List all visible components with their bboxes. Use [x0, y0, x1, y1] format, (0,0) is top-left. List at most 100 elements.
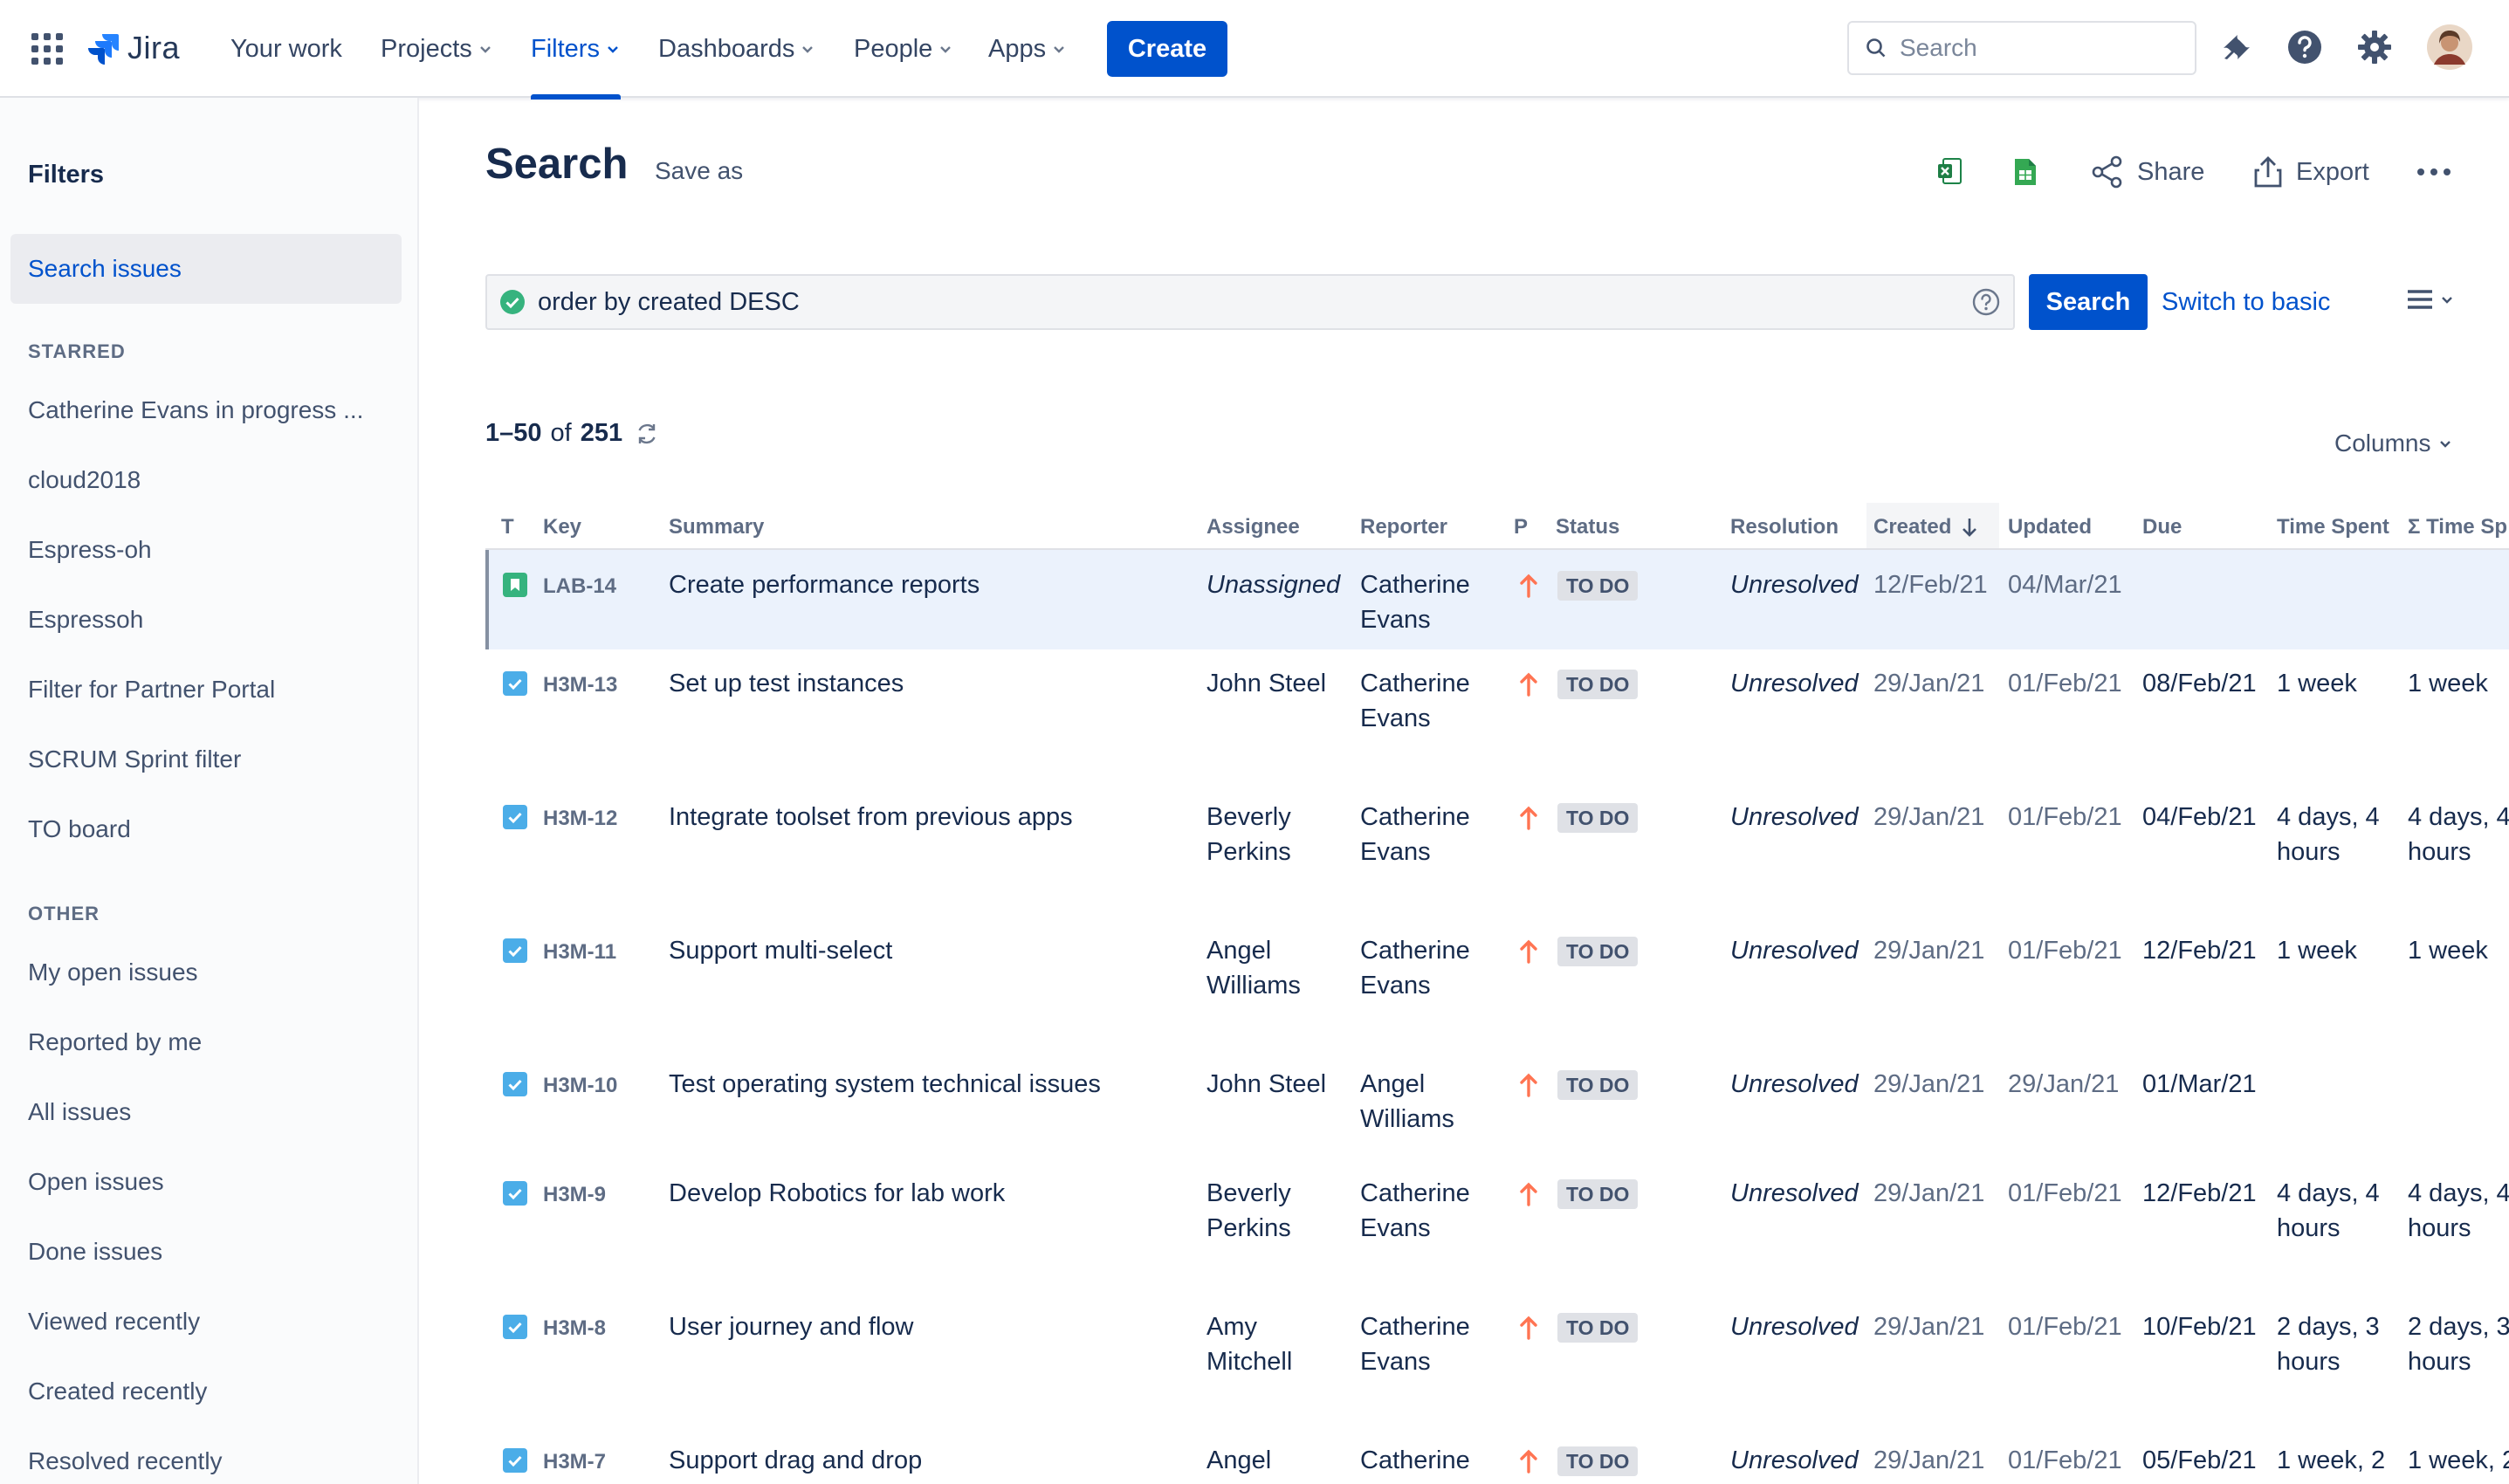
issue-key-link[interactable]: H3M-7 [543, 1445, 606, 1480]
status-lozenge[interactable]: TO DO [1557, 1179, 1639, 1209]
status-lozenge[interactable]: TO DO [1557, 803, 1639, 833]
refresh-icon[interactable] [635, 422, 659, 446]
sidebar-starred-filter[interactable]: Catherine Evans in progress ... [28, 396, 363, 424]
help-icon[interactable] [2286, 28, 2324, 66]
nav-your-work[interactable]: Your work [230, 0, 342, 98]
issue-summary-link[interactable]: Set up test instances [669, 666, 904, 701]
save-as-button[interactable]: Save as [655, 157, 743, 185]
sidebar-other-filter[interactable]: Resolved recently [28, 1447, 223, 1475]
issue-summary-link[interactable]: Develop Robotics for lab work [669, 1176, 1005, 1211]
user-avatar[interactable] [2427, 24, 2472, 70]
column-header-priority[interactable]: P [1514, 515, 1528, 539]
jql-input[interactable] [538, 287, 1935, 317]
sidebar-starred-filter[interactable]: SCRUM Sprint filter [28, 745, 241, 773]
jira-logo[interactable]: Jira [86, 26, 180, 70]
resolution-cell: Unresolved [1730, 803, 1859, 831]
filters-sidebar: Filters Search issues STARRED Catherine … [0, 98, 419, 1484]
columns-button[interactable]: Columns [2334, 429, 2453, 457]
sidebar-other-filter[interactable]: Reported by me [28, 1028, 202, 1056]
issue-summary-link[interactable]: Create performance reports [669, 567, 980, 602]
sidebar-other-filter[interactable]: Open issues [28, 1168, 164, 1196]
status-lozenge[interactable]: TO DO [1557, 670, 1639, 699]
nav-filters[interactable]: Filters [531, 0, 621, 100]
share-button[interactable]: Share [2090, 150, 2204, 194]
reporter-cell: Evans [1360, 838, 1431, 866]
sum-time-spent-cell: 1 week, 2 [2408, 1446, 2509, 1474]
column-header-sum-time-spent[interactable]: Σ Time Sp [2408, 515, 2507, 539]
sort-descending-icon [1963, 519, 1977, 537]
nav-projects[interactable]: Projects [381, 0, 493, 98]
sidebar-starred-filter[interactable]: Espress-oh [28, 536, 152, 564]
issue-summary-link[interactable]: Test operating system technical issues [669, 1067, 1101, 1102]
sidebar-starred-filter[interactable]: cloud2018 [28, 466, 141, 494]
column-header-key[interactable]: Key [543, 515, 581, 539]
nav-dashboards[interactable]: Dashboards [658, 0, 815, 98]
assignee-cell: Angel [1206, 1446, 1272, 1474]
nav-apps[interactable]: Apps [988, 0, 1067, 98]
view-toggle[interactable] [2406, 288, 2455, 311]
sum-time-spent-cell: 1 week [2408, 670, 2488, 697]
column-header-time-spent[interactable]: Time Spent [2277, 515, 2389, 539]
column-header-reporter[interactable]: Reporter [1360, 515, 1447, 539]
app-switcher-icon[interactable] [31, 33, 63, 65]
settings-gear-icon[interactable] [2355, 28, 2394, 66]
sidebar-starred-filter[interactable]: Espressoh [28, 606, 143, 634]
column-header-assignee[interactable]: Assignee [1206, 515, 1300, 539]
due-date-cell: 04/Feb/21 [2142, 803, 2257, 831]
resolution-cell: Unresolved [1730, 571, 1859, 599]
issue-summary-link[interactable]: User journey and flow [669, 1309, 913, 1344]
sum-time-spent-cell: 4 days, 4 [2408, 803, 2509, 831]
issue-key-link[interactable]: H3M-13 [543, 668, 617, 703]
updated-date-cell: 01/Feb/21 [2008, 1179, 2122, 1207]
status-lozenge[interactable]: TO DO [1557, 1070, 1639, 1100]
sidebar-other-filter[interactable]: All issues [28, 1098, 131, 1126]
export-excel-icon[interactable] [1936, 150, 1975, 194]
more-actions-icon[interactable] [2416, 150, 2464, 194]
jql-query-field[interactable] [485, 274, 2015, 330]
sidebar-other-filter[interactable]: My open issues [28, 958, 198, 986]
status-lozenge[interactable]: TO DO [1557, 571, 1639, 601]
create-button[interactable]: Create [1107, 21, 1227, 77]
issue-summary-link[interactable]: Support multi-select [669, 933, 892, 968]
sidebar-other-filter[interactable]: Done issues [28, 1238, 162, 1266]
issue-summary-link[interactable]: Integrate toolset from previous apps [669, 800, 1073, 835]
column-header-status[interactable]: Status [1556, 515, 1619, 539]
switch-to-basic-link[interactable]: Switch to basic [2162, 288, 2330, 317]
export-button[interactable]: Export [2252, 150, 2369, 194]
issue-key-link[interactable]: H3M-11 [543, 935, 616, 970]
column-header-due[interactable]: Due [2142, 515, 2182, 539]
issue-key-link[interactable]: LAB-14 [543, 569, 616, 604]
global-search-input[interactable] [1900, 34, 2179, 62]
issue-key-link[interactable]: H3M-12 [543, 801, 617, 836]
issue-summary-link[interactable]: Support drag and drop [669, 1443, 922, 1478]
sidebar-other-filter[interactable]: Viewed recently [28, 1308, 200, 1336]
column-header-resolution[interactable]: Resolution [1730, 515, 1839, 539]
sidebar-other-filter[interactable]: Created recently [28, 1378, 207, 1405]
sum-time-spent-cell: 2 days, 3 [2408, 1313, 2509, 1341]
issue-key-link[interactable]: H3M-10 [543, 1068, 617, 1103]
reporter-cell: Williams [1360, 1105, 1454, 1133]
status-lozenge[interactable]: TO DO [1557, 1313, 1639, 1343]
column-header-updated[interactable]: Updated [2008, 515, 2092, 539]
notifications-icon[interactable] [2216, 28, 2254, 66]
export-sheets-icon[interactable] [2013, 150, 2050, 194]
column-header-created[interactable]: Created [1873, 515, 1979, 539]
global-search[interactable] [1847, 21, 2196, 75]
sidebar-starred-filter[interactable]: Filter for Partner Portal [28, 676, 275, 704]
jql-help-icon[interactable] [1971, 287, 2001, 317]
search-button[interactable]: Search [2029, 274, 2148, 330]
nav-people[interactable]: People [854, 0, 953, 98]
sidebar-item-search-issues[interactable]: Search issues [10, 234, 402, 304]
column-header-type[interactable]: T [501, 515, 514, 539]
column-header-summary[interactable]: Summary [669, 515, 764, 539]
status-lozenge[interactable]: TO DO [1557, 1446, 1639, 1476]
issue-key-link[interactable]: H3M-8 [543, 1311, 606, 1346]
count-total: 251 [580, 419, 623, 447]
results-count: 1–50 of 251 [485, 419, 659, 448]
issue-key-link[interactable]: H3M-9 [543, 1178, 606, 1213]
reporter-cell: Catherine [1360, 670, 1470, 697]
chevron-down-icon [1054, 46, 1064, 53]
sidebar-starred-filter[interactable]: TO board [28, 815, 131, 843]
status-lozenge[interactable]: TO DO [1557, 937, 1639, 966]
priority-high-icon [1517, 1072, 1540, 1098]
